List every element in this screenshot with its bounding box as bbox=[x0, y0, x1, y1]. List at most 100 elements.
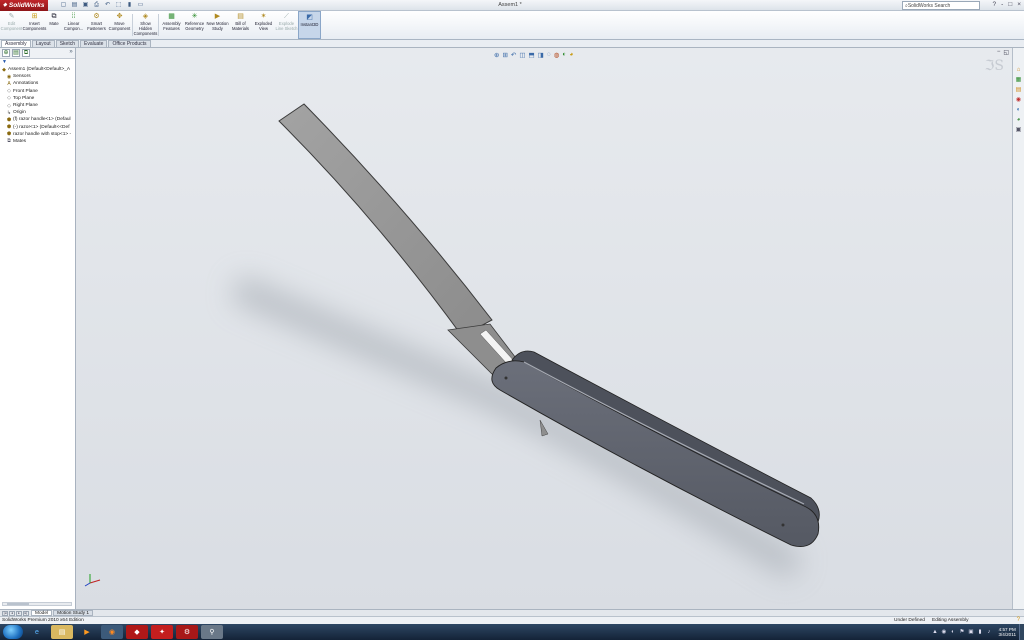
tree-filter[interactable]: ▼ bbox=[0, 59, 75, 66]
razor-3d-model[interactable] bbox=[76, 48, 1012, 609]
last-tab-icon[interactable]: ▸| bbox=[23, 610, 29, 616]
tray-display-icon[interactable]: ▣ bbox=[967, 629, 974, 636]
feature-manager-tab-icon[interactable]: ⊕ bbox=[2, 49, 10, 57]
print-icon[interactable]: ⎙ bbox=[93, 2, 101, 9]
tree-node-razor[interactable]: ⬢ (-) razor<1> (Default<<Def bbox=[1, 124, 75, 131]
window-controls: ? - □ × bbox=[992, 1, 1021, 8]
status-mode: Editing Assembly bbox=[932, 618, 969, 623]
tree-node-sensors[interactable]: ◉ Sensors bbox=[1, 73, 75, 80]
search-results-icon[interactable]: ◉ bbox=[1015, 96, 1023, 104]
ie-icon[interactable]: e bbox=[26, 625, 48, 639]
tab-evaluate[interactable]: Evaluate bbox=[80, 40, 108, 47]
tree-node-front-plane[interactable]: ◇ Front Plane bbox=[1, 88, 75, 95]
mate-icon: ⧉ bbox=[51, 13, 57, 20]
exploded-view-button[interactable]: ✶ Exploded View bbox=[252, 11, 275, 39]
tray-sound-icon[interactable]: ♪ bbox=[985, 629, 992, 636]
save-icon[interactable]: ▣ bbox=[82, 2, 90, 9]
explode-line-sketch-button[interactable]: ⟋ Explode Line Sketch bbox=[275, 11, 298, 39]
tray-network-icon[interactable]: ▲ bbox=[931, 629, 938, 636]
open-icon[interactable]: ▤ bbox=[71, 2, 79, 9]
move-component-button[interactable]: ✥ Move Component bbox=[108, 11, 131, 39]
assembly-features-button[interactable]: ▦ Assembly Features bbox=[160, 11, 183, 39]
rebuild-icon[interactable]: ▮ bbox=[126, 2, 134, 9]
expand-arrow-icon[interactable]: » bbox=[67, 49, 75, 57]
prev-tab-icon[interactable]: ◂ bbox=[9, 610, 15, 616]
tree-node-top-plane[interactable]: ◇ Top Plane bbox=[1, 95, 75, 102]
appearances-icon[interactable]: ◕ bbox=[1015, 116, 1023, 124]
tray-volume-icon[interactable]: ◐ bbox=[949, 629, 956, 636]
show-desktop-button[interactable] bbox=[1019, 624, 1024, 640]
graphics-viewport[interactable]: ⊕ ⊞ ↶ ◫ ⬒ ◨ ◌ ◍ ◐ ◕ − ◱ ℑS bbox=[76, 48, 1012, 609]
insert-components-button[interactable]: ⊞ Insert Components bbox=[23, 11, 47, 39]
view-palette-icon[interactable]: ◐ bbox=[1015, 106, 1023, 114]
clock-date: 3/4/2011 bbox=[998, 632, 1016, 637]
bill-of-materials-button[interactable]: ▤ Bill of Materials bbox=[229, 11, 252, 39]
mates-icon: ⧉ bbox=[7, 138, 11, 145]
misc-icon[interactable]: ⚲ bbox=[201, 625, 223, 639]
window-title: Assem1 * bbox=[498, 2, 522, 8]
razor-blade bbox=[278, 103, 493, 337]
bom-icon: ▤ bbox=[237, 13, 244, 20]
linear-pattern-button[interactable]: ⁞⁞ Linear Compon... bbox=[62, 11, 85, 39]
mate-button[interactable]: ⧉ Mate bbox=[46, 11, 62, 39]
design-library-icon[interactable]: ▦ bbox=[1015, 76, 1023, 84]
edit-component-icon: ✎ bbox=[8, 13, 15, 20]
undo-icon[interactable]: ↶ bbox=[104, 2, 112, 9]
show-hidden-components-button[interactable]: ◈ Show Hidden Components bbox=[134, 11, 158, 39]
tray-battery-icon[interactable]: ▮ bbox=[976, 629, 983, 636]
minimize-button[interactable]: - bbox=[1001, 1, 1003, 8]
close-button[interactable]: × bbox=[1017, 1, 1021, 8]
tab-office-products[interactable]: Office Products bbox=[108, 40, 151, 47]
tree-node-mates[interactable]: ⧉ Mates bbox=[1, 138, 75, 145]
tab-assembly[interactable]: Assembly bbox=[1, 40, 31, 47]
tray-app-icon[interactable]: ◉ bbox=[940, 629, 947, 636]
tree-node-razor-handle[interactable]: ⬢ (f) razor handle<1> (Defaul bbox=[1, 116, 75, 123]
tree-node-razor-handle-with-stop[interactable]: ⬢ razor handle with stop<1> - bbox=[1, 131, 75, 138]
solidworks-icon[interactable]: ⚙ bbox=[176, 625, 198, 639]
configuration-manager-tab-icon[interactable]: ⧉ bbox=[22, 49, 30, 57]
tree-node-assembly[interactable]: ◆ Assem1 (Default<Default>_A bbox=[1, 66, 75, 73]
solidworks-logo[interactable]: ◆ SolidWorks bbox=[0, 0, 48, 11]
quick-access-toolbar: ▢ ▤ ▣ ⎙ ↶ ⬚ ▮ ▭ bbox=[60, 2, 145, 9]
tab-layout[interactable]: Layout bbox=[31, 40, 55, 47]
instant3d-button[interactable]: ◩ Instant3D bbox=[298, 11, 321, 39]
edit-component-button[interactable]: ✎ Edit Component bbox=[0, 11, 23, 39]
plane-icon: ◇ bbox=[7, 102, 11, 109]
handle-front-scale bbox=[491, 360, 820, 548]
smart-fasteners-button[interactable]: ⚙ Smart Fasteners bbox=[85, 11, 108, 39]
firefox-icon[interactable]: ◉ bbox=[101, 625, 123, 639]
tree-node-origin[interactable]: ↳ Origin bbox=[1, 109, 75, 116]
tree-node-right-plane[interactable]: ◇ Right Plane bbox=[1, 102, 75, 109]
scrollbar-thumb[interactable] bbox=[7, 603, 29, 605]
select-icon[interactable]: ⬚ bbox=[115, 2, 123, 9]
tree-node-annotations[interactable]: A Annotations bbox=[1, 80, 75, 87]
custom-properties-icon[interactable]: ▣ bbox=[1015, 126, 1023, 134]
start-button[interactable] bbox=[3, 625, 23, 639]
reference-geometry-button[interactable]: ✳ Reference Geometry bbox=[183, 11, 206, 39]
next-tab-icon[interactable]: ▸ bbox=[16, 610, 22, 616]
bottom-tabs: |◂ ◂ ▸ ▸| Model Motion Study 1 bbox=[0, 609, 1024, 616]
panel-scrollbar[interactable] bbox=[2, 602, 72, 606]
autodesk-icon[interactable]: ◆ bbox=[126, 625, 148, 639]
acrobat-icon[interactable]: ✦ bbox=[151, 625, 173, 639]
reference-geometry-icon: ✳ bbox=[191, 13, 198, 20]
search-input[interactable]: ⌕ SolidWorks Search bbox=[902, 1, 980, 10]
file-explorer-icon[interactable]: ▤ bbox=[1015, 86, 1023, 94]
tab-sketch[interactable]: Sketch bbox=[55, 40, 79, 47]
explorer-icon[interactable]: ▤ bbox=[51, 625, 73, 639]
property-manager-tab-icon[interactable]: ▤ bbox=[12, 49, 20, 57]
new-motion-study-button[interactable]: ▶ New Motion Study bbox=[206, 11, 229, 39]
ds-logo-icon: ◆ bbox=[3, 2, 7, 8]
help-icon[interactable]: ? bbox=[1017, 617, 1020, 624]
first-tab-icon[interactable]: |◂ bbox=[2, 610, 8, 616]
part-icon: ⬢ bbox=[6, 124, 12, 131]
smart-fasteners-icon: ⚙ bbox=[93, 13, 100, 20]
resources-icon[interactable]: ⌂ bbox=[1015, 66, 1023, 74]
media-player-icon[interactable]: ▶ bbox=[76, 625, 98, 639]
clock[interactable]: 4:57 PM 3/4/2011 bbox=[998, 627, 1016, 638]
new-icon[interactable]: ▢ bbox=[60, 2, 68, 9]
help-button[interactable]: ? bbox=[992, 1, 996, 8]
tray-flag-icon[interactable]: ⚑ bbox=[958, 629, 965, 636]
options-icon[interactable]: ▭ bbox=[137, 2, 145, 9]
maximize-button[interactable]: □ bbox=[1008, 1, 1012, 8]
